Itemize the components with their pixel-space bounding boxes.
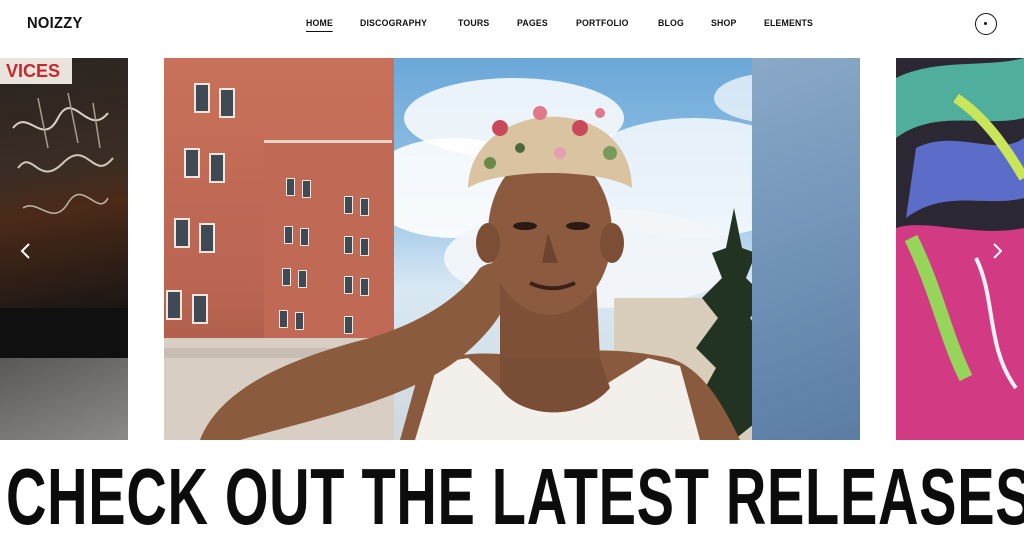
nav-item-pages[interactable]: PAGES	[517, 18, 548, 32]
graffiti-scrawl	[12, 92, 114, 214]
pavement	[0, 358, 128, 440]
nav-item-discography[interactable]: DISCOGRAPHY	[360, 18, 427, 32]
carousel-prev-button[interactable]	[18, 242, 34, 260]
portrait-person	[200, 106, 740, 440]
site-header: NOIZZY HOME DISCOGRAPHY TOURS PAGES PORT…	[0, 0, 1024, 48]
carousel-next-button[interactable]	[989, 242, 1005, 260]
main-nav: HOME DISCOGRAPHY TOURS PAGES PORTFOLIO B…	[306, 18, 842, 32]
nav-item-tours[interactable]: TOURS	[458, 18, 489, 32]
nav-item-home[interactable]: HOME	[306, 18, 333, 32]
headline-section: CHECK OUT THE LATEST RELEASES F	[0, 440, 1024, 550]
side-menu-button[interactable]	[975, 13, 997, 35]
building-window	[166, 290, 182, 320]
chevron-left-icon	[20, 243, 30, 259]
nav-item-shop[interactable]: SHOP	[711, 18, 737, 32]
circle-dot-icon	[984, 22, 987, 25]
nav-item-blog[interactable]: BLOG	[658, 18, 684, 32]
sign-text: VICES	[0, 58, 72, 84]
site-logo[interactable]: NOIZZY	[27, 15, 83, 33]
building-window	[174, 218, 190, 248]
chevron-right-icon	[993, 243, 1003, 259]
nav-item-portfolio[interactable]: PORTFOLIO	[576, 18, 629, 32]
nav-item-elements[interactable]: ELEMENTS	[764, 18, 813, 32]
building-window	[184, 148, 200, 178]
slide-active[interactable]	[164, 58, 860, 440]
image-carousel: VICES	[0, 58, 1024, 440]
marquee-headline: CHECK OUT THE LATEST RELEASES F	[6, 452, 1024, 541]
